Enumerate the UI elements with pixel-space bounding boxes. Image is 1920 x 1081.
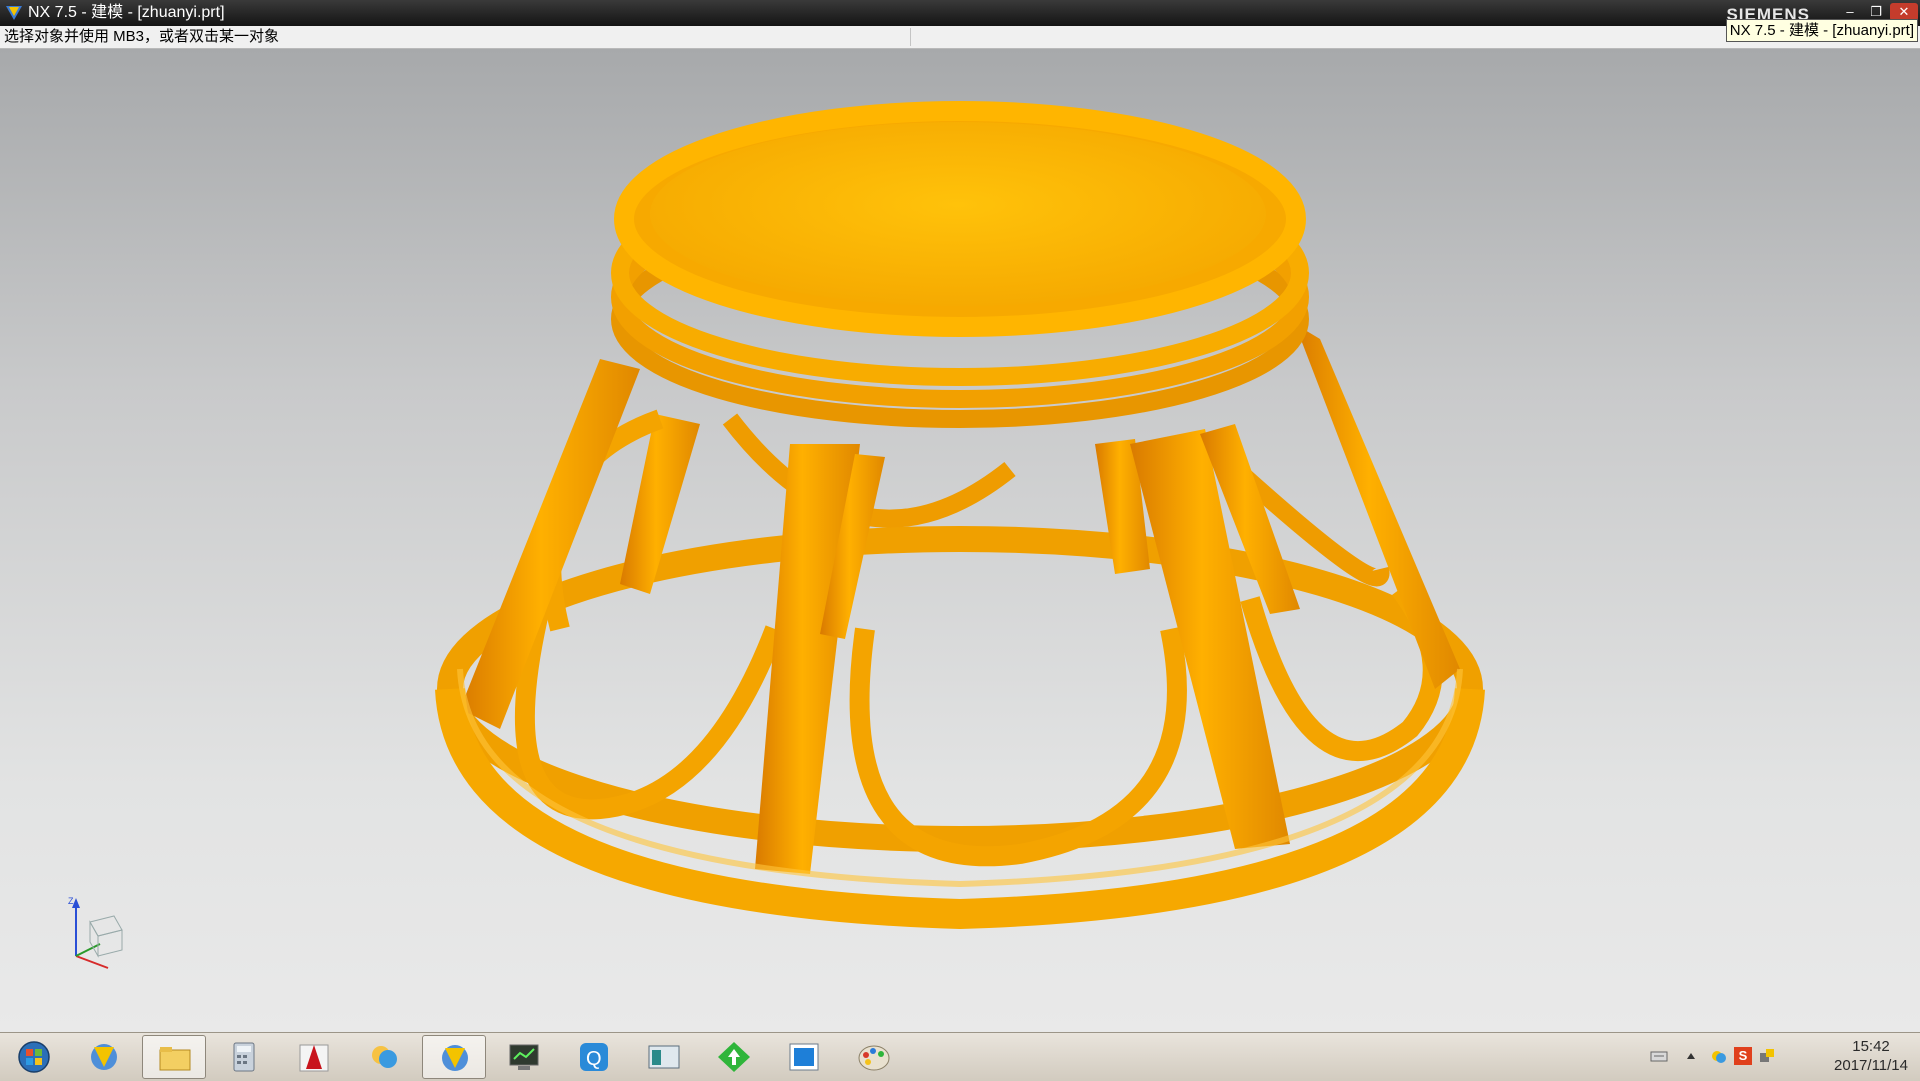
blue-square-app-icon bbox=[789, 1043, 819, 1071]
taskbar-item-qq[interactable]: Q bbox=[562, 1035, 626, 1079]
taskbar-item-monitor[interactable] bbox=[492, 1035, 556, 1079]
taskbar-item-calculator[interactable] bbox=[212, 1035, 276, 1079]
taskbar-item-blue-app[interactable] bbox=[772, 1035, 836, 1079]
qq-browser-icon: Q bbox=[580, 1043, 608, 1071]
file-explorer-folder-icon bbox=[159, 1047, 191, 1071]
clock[interactable]: 15:42 2017/11/14 bbox=[1834, 1037, 1908, 1075]
nx-app-icon bbox=[91, 1044, 117, 1070]
cue-divider bbox=[910, 28, 911, 46]
taskbar-item-explorer[interactable] bbox=[142, 1035, 206, 1079]
base-ring-back bbox=[437, 526, 1483, 852]
graphics-viewport[interactable]: Z bbox=[0, 49, 1920, 1032]
taskbar-item-nx[interactable] bbox=[72, 1035, 136, 1079]
show-hidden-icons-arrow-icon[interactable] bbox=[1682, 1047, 1700, 1065]
taskbar-item-download[interactable] bbox=[702, 1035, 766, 1079]
stool-3d-model[interactable] bbox=[0, 49, 1920, 1032]
start-button[interactable] bbox=[2, 1035, 66, 1079]
monitor-terminal-icon bbox=[509, 1044, 539, 1070]
paint-palette-icon bbox=[858, 1045, 890, 1071]
taskbar-item-messenger[interactable] bbox=[352, 1035, 416, 1079]
triad-z-label: Z bbox=[68, 896, 74, 906]
flag-network-icon[interactable] bbox=[1758, 1047, 1776, 1065]
cue-line: 选择对象并使用 MB3，或者双击某一对象 bbox=[0, 26, 1920, 49]
taskbar-item-paint[interactable] bbox=[842, 1035, 906, 1079]
taskbar-item-panel[interactable] bbox=[632, 1035, 696, 1079]
title-tooltip: NX 7.5 - 建模 - [zhuanyi.prt] bbox=[1725, 19, 1918, 42]
calculator-icon bbox=[233, 1042, 255, 1072]
windows-taskbar: Q S 15:42 2017/11/14 bbox=[0, 1032, 1920, 1081]
nx-app-icon bbox=[442, 1045, 468, 1071]
cue-prompt: 选择对象并使用 MB3，或者双击某一对象 bbox=[4, 28, 280, 45]
taskbar-item-autocad[interactable] bbox=[282, 1035, 346, 1079]
messenger-cloud-icon bbox=[372, 1046, 397, 1068]
clock-date: 2017/11/14 bbox=[1834, 1057, 1908, 1074]
window-title: NX 7.5 - 建模 - [zhuanyi.prt] bbox=[28, 4, 225, 21]
clock-time: 15:42 bbox=[1852, 1038, 1890, 1055]
view-triad-icon[interactable]: Z bbox=[62, 894, 132, 974]
system-tray: S 15:42 2017/11/14 bbox=[1630, 1033, 1920, 1081]
nx-app-icon bbox=[6, 6, 22, 20]
green-diamond-download-icon bbox=[718, 1042, 750, 1072]
autocad-icon bbox=[299, 1044, 329, 1072]
windows-start-orb-icon bbox=[18, 1041, 50, 1073]
keyboard-icon[interactable] bbox=[1650, 1047, 1668, 1065]
network-cloud-icon[interactable] bbox=[1710, 1047, 1728, 1065]
window-panel-icon bbox=[648, 1045, 680, 1069]
sogou-input-icon[interactable]: S bbox=[1734, 1047, 1752, 1065]
seat-panel bbox=[650, 122, 1266, 306]
taskbar-item-nx-active[interactable] bbox=[422, 1035, 486, 1079]
window-title-bar: NX 7.5 - 建模 - [zhuanyi.prt] SIEMENS – ❐ … bbox=[0, 0, 1920, 26]
svg-text:Q: Q bbox=[586, 1048, 602, 1070]
